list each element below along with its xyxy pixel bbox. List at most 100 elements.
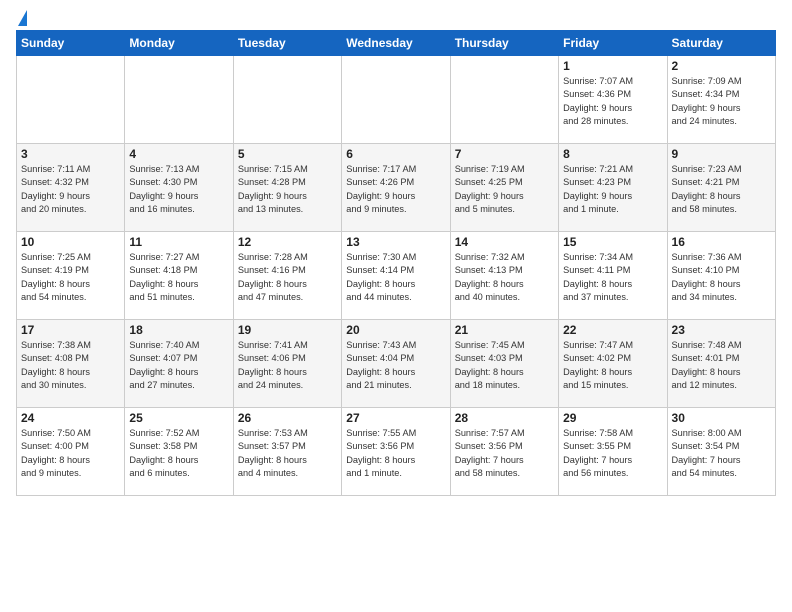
page: SundayMondayTuesdayWednesdayThursdayFrid… [0,0,792,612]
day-number: 29 [563,411,662,425]
calendar-cell: 26 Sunrise: 7:53 AM Sunset: 3:57 PM Dayli… [233,408,341,496]
calendar-cell: 9 Sunrise: 7:23 AM Sunset: 4:21 PM Daylig… [667,144,775,232]
day-number: 19 [238,323,337,337]
calendar-cell: 1Sunrise: 7:07 AM Sunset: 4:36 PM Daylig… [559,56,667,144]
calendar-cell: 8 Sunrise: 7:21 AM Sunset: 4:23 PM Daylig… [559,144,667,232]
day-info: Sunrise: 7:28 AM Sunset: 4:16 PM Dayligh… [238,251,337,304]
weekday-header-friday: Friday [559,31,667,56]
logo [16,10,27,24]
day-number: 12 [238,235,337,249]
day-number: 21 [455,323,554,337]
calendar-week-row: 1Sunrise: 7:07 AM Sunset: 4:36 PM Daylig… [17,56,776,144]
day-info: Sunrise: 7:50 AM Sunset: 4:00 PM Dayligh… [21,427,120,480]
day-info: Sunrise: 7:40 AM Sunset: 4:07 PM Dayligh… [129,339,228,392]
calendar-week-row: 24 Sunrise: 7:50 AM Sunset: 4:00 PM Dayli… [17,408,776,496]
calendar-cell [342,56,450,144]
day-info: Sunrise: 7:27 AM Sunset: 4:18 PM Dayligh… [129,251,228,304]
day-number: 16 [672,235,771,249]
day-number: 17 [21,323,120,337]
calendar-cell: 16 Sunrise: 7:36 AM Sunset: 4:10 PM Dayli… [667,232,775,320]
day-info: Sunrise: 7:09 AM Sunset: 4:34 PM Dayligh… [672,75,771,128]
day-info: Sunrise: 7:58 AM Sunset: 3:55 PM Dayligh… [563,427,662,480]
calendar-cell [17,56,125,144]
day-info: Sunrise: 7:45 AM Sunset: 4:03 PM Dayligh… [455,339,554,392]
calendar-cell: 29 Sunrise: 7:58 AM Sunset: 3:55 PM Dayli… [559,408,667,496]
day-number: 30 [672,411,771,425]
weekday-header-saturday: Saturday [667,31,775,56]
weekday-header-monday: Monday [125,31,233,56]
day-info: Sunrise: 7:17 AM Sunset: 4:26 PM Dayligh… [346,163,445,216]
day-info: Sunrise: 7:43 AM Sunset: 4:04 PM Dayligh… [346,339,445,392]
day-info: Sunrise: 7:41 AM Sunset: 4:06 PM Dayligh… [238,339,337,392]
day-info: Sunrise: 7:52 AM Sunset: 3:58 PM Dayligh… [129,427,228,480]
calendar-cell: 21 Sunrise: 7:45 AM Sunset: 4:03 PM Dayli… [450,320,558,408]
day-number: 14 [455,235,554,249]
calendar-cell: 18 Sunrise: 7:40 AM Sunset: 4:07 PM Dayli… [125,320,233,408]
calendar-cell: 7 Sunrise: 7:19 AM Sunset: 4:25 PM Daylig… [450,144,558,232]
calendar-cell: 3Sunrise: 7:11 AM Sunset: 4:32 PM Daylig… [17,144,125,232]
calendar-week-row: 10Sunrise: 7:25 AM Sunset: 4:19 PM Dayli… [17,232,776,320]
day-info: Sunrise: 7:57 AM Sunset: 3:56 PM Dayligh… [455,427,554,480]
day-number: 5 [238,147,337,161]
day-number: 28 [455,411,554,425]
calendar-cell [125,56,233,144]
weekday-header-wednesday: Wednesday [342,31,450,56]
calendar-cell: 15Sunrise: 7:34 AM Sunset: 4:11 PM Dayli… [559,232,667,320]
calendar-cell [450,56,558,144]
calendar-table: SundayMondayTuesdayWednesdayThursdayFrid… [16,30,776,496]
calendar-week-row: 17 Sunrise: 7:38 AM Sunset: 4:08 PM Dayli… [17,320,776,408]
calendar-cell: 5Sunrise: 7:15 AM Sunset: 4:28 PM Daylig… [233,144,341,232]
day-number: 2 [672,59,771,73]
day-number: 23 [672,323,771,337]
day-number: 22 [563,323,662,337]
day-info: Sunrise: 7:23 AM Sunset: 4:21 PM Dayligh… [672,163,771,216]
calendar-cell: 6 Sunrise: 7:17 AM Sunset: 4:26 PM Daylig… [342,144,450,232]
calendar-cell: 11 Sunrise: 7:27 AM Sunset: 4:18 PM Dayli… [125,232,233,320]
calendar-week-row: 3Sunrise: 7:11 AM Sunset: 4:32 PM Daylig… [17,144,776,232]
day-info: Sunrise: 7:47 AM Sunset: 4:02 PM Dayligh… [563,339,662,392]
day-info: Sunrise: 7:36 AM Sunset: 4:10 PM Dayligh… [672,251,771,304]
calendar-cell: 10Sunrise: 7:25 AM Sunset: 4:19 PM Dayli… [17,232,125,320]
calendar-cell: 30Sunrise: 8:00 AM Sunset: 3:54 PM Dayli… [667,408,775,496]
day-number: 25 [129,411,228,425]
day-number: 9 [672,147,771,161]
calendar-cell: 12 Sunrise: 7:28 AM Sunset: 4:16 PM Dayli… [233,232,341,320]
day-info: Sunrise: 7:55 AM Sunset: 3:56 PM Dayligh… [346,427,445,480]
day-info: Sunrise: 7:38 AM Sunset: 4:08 PM Dayligh… [21,339,120,392]
day-number: 8 [563,147,662,161]
day-info: Sunrise: 7:25 AM Sunset: 4:19 PM Dayligh… [21,251,120,304]
calendar-cell: 23 Sunrise: 7:48 AM Sunset: 4:01 PM Dayli… [667,320,775,408]
day-number: 27 [346,411,445,425]
day-number: 6 [346,147,445,161]
day-number: 11 [129,235,228,249]
day-info: Sunrise: 7:53 AM Sunset: 3:57 PM Dayligh… [238,427,337,480]
day-number: 24 [21,411,120,425]
day-number: 18 [129,323,228,337]
calendar-cell: 27 Sunrise: 7:55 AM Sunset: 3:56 PM Dayli… [342,408,450,496]
day-number: 1 [563,59,662,73]
day-number: 20 [346,323,445,337]
day-number: 26 [238,411,337,425]
calendar-cell: 19 Sunrise: 7:41 AM Sunset: 4:06 PM Dayli… [233,320,341,408]
calendar-cell: 22 Sunrise: 7:47 AM Sunset: 4:02 PM Dayli… [559,320,667,408]
day-info: Sunrise: 7:48 AM Sunset: 4:01 PM Dayligh… [672,339,771,392]
weekday-header-thursday: Thursday [450,31,558,56]
weekday-header-sunday: Sunday [17,31,125,56]
calendar-cell: 28 Sunrise: 7:57 AM Sunset: 3:56 PM Dayli… [450,408,558,496]
calendar-cell: 4Sunrise: 7:13 AM Sunset: 4:30 PM Daylig… [125,144,233,232]
day-info: Sunrise: 7:19 AM Sunset: 4:25 PM Dayligh… [455,163,554,216]
weekday-header-tuesday: Tuesday [233,31,341,56]
day-info: Sunrise: 7:21 AM Sunset: 4:23 PM Dayligh… [563,163,662,216]
calendar-cell: 14 Sunrise: 7:32 AM Sunset: 4:13 PM Dayli… [450,232,558,320]
day-info: Sunrise: 7:30 AM Sunset: 4:14 PM Dayligh… [346,251,445,304]
calendar-cell: 24 Sunrise: 7:50 AM Sunset: 4:00 PM Dayli… [17,408,125,496]
day-number: 4 [129,147,228,161]
calendar-cell: 17 Sunrise: 7:38 AM Sunset: 4:08 PM Dayli… [17,320,125,408]
day-number: 7 [455,147,554,161]
day-info: Sunrise: 7:32 AM Sunset: 4:13 PM Dayligh… [455,251,554,304]
calendar-cell: 13 Sunrise: 7:30 AM Sunset: 4:14 PM Dayli… [342,232,450,320]
day-number: 13 [346,235,445,249]
calendar-cell: 2 Sunrise: 7:09 AM Sunset: 4:34 PM Daylig… [667,56,775,144]
logo-triangle-icon [18,10,27,26]
calendar-cell: 25 Sunrise: 7:52 AM Sunset: 3:58 PM Dayli… [125,408,233,496]
